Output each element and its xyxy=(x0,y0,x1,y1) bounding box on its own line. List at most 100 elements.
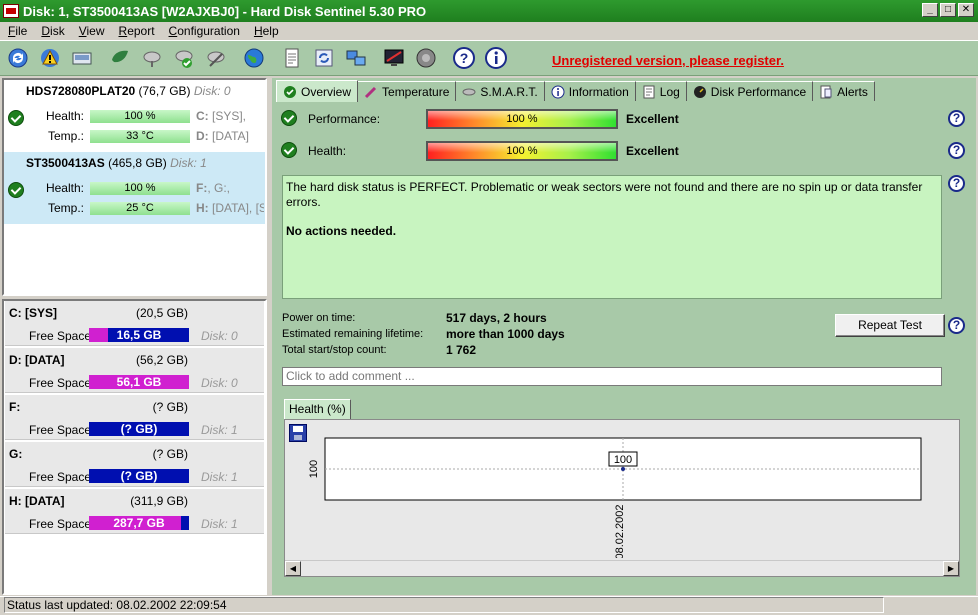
tab-information[interactable]: Information xyxy=(544,81,636,101)
document-icon xyxy=(285,48,299,68)
start-stop-label: Total start/stop count: xyxy=(282,344,387,356)
volume-panel: C: [SYS] (20,5 GB) Free Space 16,5 GB Di… xyxy=(2,299,267,595)
chart-scrollbar[interactable]: ◀ ▶ xyxy=(285,560,959,576)
close-button[interactable]: ✕ xyxy=(958,3,974,17)
volume-name: H: [DATA] xyxy=(9,494,65,508)
sound-button[interactable] xyxy=(411,43,441,73)
tab-smart[interactable]: S.M.A.R.T. xyxy=(456,81,545,101)
tab-log[interactable]: Log xyxy=(635,81,687,101)
disk-card-0[interactable]: HDS728080PLAT20 (76,7 GB) Disk: 0 Health… xyxy=(4,80,265,152)
start-stop-value: 1 762 xyxy=(446,343,477,357)
tab-temperature[interactable]: Temperature xyxy=(358,81,457,101)
status-text: Status last updated: 08.02.2002 22:09:54 xyxy=(4,597,884,613)
volume-item-h[interactable]: H: [DATA] (311,9 GB) Free Space 287,7 GB… xyxy=(5,489,264,534)
volume-disk: Disk: 0 xyxy=(201,376,238,390)
volume-item-d[interactable]: D: [DATA] (56,2 GB) Free Space 56,1 GB D… xyxy=(5,348,264,393)
scroll-left-button[interactable]: ◀ xyxy=(285,561,301,576)
maximize-button[interactable]: □ xyxy=(940,3,956,17)
performance-label: Performance: xyxy=(308,112,381,126)
menu-report[interactable]: Report xyxy=(113,24,163,38)
menu-disk[interactable]: Disk xyxy=(35,24,72,38)
data-label: 100 xyxy=(614,454,632,466)
volume-item-g[interactable]: G: (? GB) Free Space (? GB) Disk: 1 xyxy=(5,442,264,487)
tab-disk-performance[interactable]: Disk Performance xyxy=(686,81,814,101)
smart-icon xyxy=(462,88,476,95)
free-space-label: Free Space xyxy=(29,423,92,437)
about-button[interactable] xyxy=(481,43,511,73)
sync-button[interactable] xyxy=(309,43,339,73)
report-button[interactable] xyxy=(277,43,307,73)
info-icon xyxy=(551,85,565,98)
hard-disk-icon xyxy=(72,52,92,65)
free-space-label: Free Space xyxy=(29,517,92,531)
thermometer-icon xyxy=(364,86,377,98)
overview-panel: Overview Temperature S.M.A.R.T. Informat… xyxy=(272,78,976,595)
gauge-icon xyxy=(693,85,706,98)
network-button[interactable] xyxy=(341,43,371,73)
surface-test-button[interactable] xyxy=(137,43,167,73)
tab-overview[interactable]: Overview xyxy=(276,80,359,102)
volume-size: (? GB) xyxy=(152,447,188,461)
volume-size: (? GB) xyxy=(152,400,188,414)
tab-bar: Overview Temperature S.M.A.R.T. Informat… xyxy=(276,80,875,102)
volume-name: F: xyxy=(9,400,21,414)
volume-list: F:, G:, xyxy=(196,181,230,195)
health-chart-svg: 100 100 08.02.2002 xyxy=(308,437,922,558)
health-label: Health: xyxy=(45,109,84,123)
refresh-button[interactable] xyxy=(3,43,33,73)
tab-health-chart[interactable]: Health (%) xyxy=(284,399,351,419)
disk-check-icon xyxy=(175,50,193,68)
free-space-bar: (? GB) xyxy=(89,422,189,436)
help-icon[interactable]: ? xyxy=(948,317,965,334)
wipe-button[interactable] xyxy=(105,43,135,73)
volume-list: C: [SYS], xyxy=(196,109,247,123)
menu-view[interactable]: View xyxy=(73,24,113,38)
web-button[interactable] xyxy=(239,43,269,73)
help-icon[interactable]: ? xyxy=(948,110,965,127)
help-button[interactable]: ? xyxy=(449,43,479,73)
volume-size: (311,9 GB) xyxy=(130,494,188,508)
help-icon[interactable]: ? xyxy=(948,175,965,192)
menu-file[interactable]: File xyxy=(2,24,35,38)
health-label: Health: xyxy=(45,181,84,195)
disk-card-1[interactable]: ST3500413AS (465,8 GB) Disk: 1 Health: 1… xyxy=(4,152,265,224)
health-bar: 100 % xyxy=(426,141,618,161)
menu-help[interactable]: Help xyxy=(248,24,287,38)
free-space-bar: 56,1 GB xyxy=(89,375,189,389)
disk-name: HDS728080PLAT20 (76,7 GB) Disk: 0 xyxy=(26,84,231,98)
sync-icon xyxy=(315,49,333,67)
volume-item-f[interactable]: F: (? GB) Free Space (? GB) Disk: 1 xyxy=(5,395,264,440)
speaker-icon xyxy=(416,48,436,68)
refresh-icon xyxy=(8,48,28,68)
health-ok-icon xyxy=(281,142,297,158)
minimize-button[interactable]: _ xyxy=(922,3,938,17)
help-icon[interactable]: ? xyxy=(948,142,965,159)
menu-bar: File Disk View Report Configuration Help xyxy=(0,22,978,40)
volume-list: H: [DATA], [S xyxy=(196,201,264,215)
free-space-label: Free Space xyxy=(29,470,92,484)
disk-name: ST3500413AS (465,8 GB) Disk: 1 xyxy=(26,156,207,170)
free-space-label: Free Space xyxy=(29,329,92,343)
repeat-test-button[interactable]: Repeat Test xyxy=(835,314,945,337)
disk-tools-button[interactable] xyxy=(201,43,231,73)
disk-info-button[interactable] xyxy=(67,43,97,73)
register-link[interactable]: Unregistered version, please register. xyxy=(552,53,784,68)
volume-size: (56,2 GB) xyxy=(135,353,188,367)
volume-name: G: xyxy=(9,447,23,461)
tab-alerts[interactable]: Alerts xyxy=(813,81,875,101)
help-icon: ? xyxy=(453,47,475,69)
menu-configuration[interactable]: Configuration xyxy=(163,24,248,38)
monitor-button[interactable] xyxy=(379,43,409,73)
performance-ok-icon xyxy=(281,110,297,126)
comment-input[interactable]: Click to add comment ... xyxy=(282,367,942,386)
disk-check-button[interactable] xyxy=(169,43,199,73)
scroll-right-button[interactable]: ▶ xyxy=(943,561,959,576)
data-point xyxy=(621,467,625,471)
alert-button[interactable] xyxy=(35,43,65,73)
free-space-bar: (? GB) xyxy=(89,469,189,483)
power-on-label: Power on time: xyxy=(282,312,356,324)
app-icon[interactable] xyxy=(3,4,19,18)
alerts-icon xyxy=(820,85,832,98)
volume-item-c[interactable]: C: [SYS] (20,5 GB) Free Space 16,5 GB Di… xyxy=(5,301,264,346)
temp-label: Temp.: xyxy=(47,129,84,143)
